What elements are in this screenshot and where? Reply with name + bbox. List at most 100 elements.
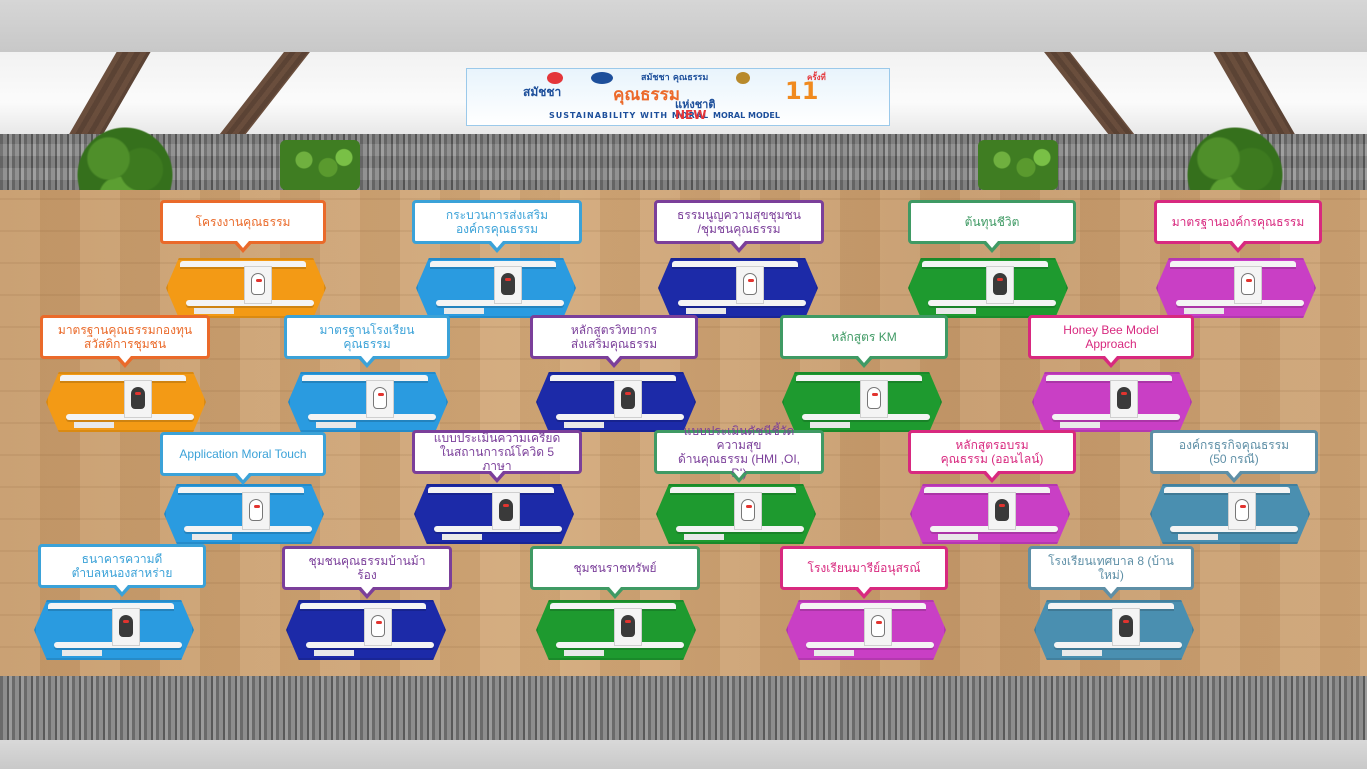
exhibit-booth[interactable] (416, 258, 576, 318)
mascot-figure (1119, 615, 1133, 637)
callout-pointer-inner (237, 241, 249, 248)
exhibition-hall-scene: สมัชชา คุณธรรม สมัชชา คุณธรรม แห่งชาติ ค… (0, 0, 1367, 769)
booth-label-callout[interactable]: โครงงานคุณธรรม (160, 200, 326, 253)
exhibit-booth[interactable] (1034, 600, 1194, 660)
booth-label-callout[interactable]: แบบประเมินดัชนีชี้วัดความสุข ด้านคุณธรรม… (654, 424, 824, 483)
booth-label-callout[interactable]: แบบประเมินความเครียด ในสถานการณ์โควิด 5 … (412, 430, 582, 483)
exhibit-booth[interactable] (1156, 258, 1316, 318)
booth-label-text: ชุมชนคุณธรรมบ้านม้าร้อง (308, 554, 426, 582)
emblem-logo-icon (736, 72, 751, 84)
banner-title-part2: คุณธรรม (613, 85, 680, 105)
exhibit-booth[interactable] (786, 600, 946, 660)
booth-label-callout[interactable]: โรงเรียนมารีย์อนุสรณ์ (780, 546, 948, 599)
planter-box (978, 140, 1058, 190)
white-mascot-standee-icon (736, 266, 764, 304)
booth-label-text: มาตรฐานองค์กรคุณธรรม (1171, 215, 1305, 229)
callout-pointer-inner (119, 356, 131, 363)
booth-ledge (810, 422, 850, 428)
booth-label-callout[interactable]: มาตรฐานโรงเรียนคุณธรรม (284, 315, 450, 368)
banner-slogan-new: NEW (675, 108, 707, 122)
booth-label-callout[interactable]: Application Moral Touch (160, 432, 326, 485)
booth-label-callout[interactable]: Honey Bee Model Approach (1028, 315, 1194, 368)
booth-shelf-top (796, 375, 922, 381)
booth-label-callout[interactable]: มาตรฐานองค์กรคุณธรรม (1154, 200, 1322, 253)
mascot-figure (1235, 499, 1249, 521)
mascot-figure (995, 499, 1009, 521)
callout-pointer-inner (116, 585, 128, 592)
booth-label-callout[interactable]: หลักสูตรวิทยากร ส่งเสริมคุณธรรม (530, 315, 698, 368)
black-mascot-standee-icon (614, 380, 642, 418)
exhibit-booth[interactable] (288, 372, 448, 432)
exhibit-booth[interactable] (536, 600, 696, 660)
callout-pointer-inner (986, 241, 998, 248)
black-mascot-standee-icon (1110, 380, 1138, 418)
callout-pointer-inner (609, 587, 621, 594)
exhibit-booth[interactable] (908, 258, 1068, 318)
banner-slogan-right: MORAL MODEL (713, 111, 780, 120)
booth-label-callout[interactable]: กระบวนการส่งเสริม องค์กรคุณธรรม (412, 200, 582, 253)
black-mascot-standee-icon (614, 608, 642, 646)
booth-ledge (316, 422, 356, 428)
booth-label-text: กระบวนการส่งเสริม องค์กรคุณธรรม (445, 208, 549, 236)
black-mascot-standee-icon (986, 266, 1014, 304)
booth-label-callout[interactable]: ชุมชนคุณธรรมบ้านม้าร้อง (282, 546, 452, 599)
booth-label-text: องค์กรธุรกิจคุณธรรม (50 กรณี) (1178, 438, 1290, 466)
booth-label-callout[interactable]: ชุมชนราชทรัพย์ (530, 546, 700, 599)
booth-label-callout[interactable]: มาตรฐานคุณธรรมกองทุน สวัสดิการชุมชน (40, 315, 210, 368)
callout-pointer-inner (1228, 471, 1240, 478)
exhibit-booth[interactable] (658, 258, 818, 318)
booth-shelf-top (430, 261, 556, 267)
booth-shelf-top (924, 487, 1050, 493)
booth-label-callout[interactable]: โรงเรียนเทศบาล 8 (บ้านใหม่) (1028, 546, 1194, 599)
event-banner[interactable]: สมัชชา คุณธรรม สมัชชา คุณธรรม แห่งชาติ ค… (466, 68, 890, 126)
booth-shelf-top (428, 487, 554, 493)
mascot-figure (131, 387, 145, 409)
callout-pointer-inner (361, 356, 373, 363)
booth-ledge (1060, 422, 1100, 428)
exhibit-booth[interactable] (34, 600, 194, 660)
carpet-top (0, 134, 1367, 192)
exhibit-booth[interactable] (536, 372, 696, 432)
booth-label-text: โครงงานคุณธรรม (195, 215, 291, 229)
booth-label-callout[interactable]: หลักสูตร KM (780, 315, 948, 368)
black-mascot-standee-icon (1112, 608, 1140, 646)
mascot-figure (1117, 387, 1131, 409)
mascot-figure (871, 615, 885, 637)
booth-shelf-top (550, 603, 676, 609)
booth-label-callout[interactable]: ต้นทุนชีวิต (908, 200, 1076, 253)
exhibit-booth[interactable] (656, 484, 816, 544)
banner-edition-number: 11 (785, 77, 819, 105)
booth-shelf-top (550, 375, 676, 381)
exhibit-booth[interactable] (414, 484, 574, 544)
booth-label-callout[interactable]: ธรรมนูญความสุขชุมชน /ชุมชนคุณธรรม (654, 200, 824, 253)
exhibit-booth[interactable] (1150, 484, 1310, 544)
booth-ledge (564, 422, 604, 428)
callout-pointer-inner (733, 241, 745, 248)
booth-label-callout[interactable]: ธนาคารความดี ตำบลหนองสาหร่าย (38, 544, 206, 597)
mascot-figure (119, 615, 133, 637)
exhibit-booth[interactable] (1032, 372, 1192, 432)
callout-pointer-inner (491, 241, 503, 248)
booth-label-callout[interactable]: องค์กรธุรกิจคุณธรรม (50 กรณี) (1150, 430, 1318, 483)
bottom-strip (0, 740, 1367, 769)
white-mascot-standee-icon (734, 492, 762, 530)
exhibit-booth[interactable] (910, 484, 1070, 544)
booth-label-text: Application Moral Touch (179, 447, 307, 461)
black-mascot-standee-icon (112, 608, 140, 646)
banner-title-part1: สมัชชา (523, 85, 562, 99)
booth-label-text: แบบประเมินความเครียด ในสถานการณ์โควิด 5 … (433, 431, 561, 473)
mascot-figure (371, 615, 385, 637)
mascot-figure (741, 499, 755, 521)
mascot-figure (867, 387, 881, 409)
exhibit-booth[interactable] (164, 484, 324, 544)
booth-shelf-top (1170, 261, 1296, 267)
white-mascot-standee-icon (1228, 492, 1256, 530)
exhibit-booth[interactable] (166, 258, 326, 318)
booth-label-callout[interactable]: หลักสูตรอบรม คุณธรรม (ออนไลน์) (908, 430, 1076, 483)
booth-ledge (62, 650, 102, 656)
exhibit-booth[interactable] (46, 372, 206, 432)
booth-ledge (194, 308, 234, 314)
callout-pointer-inner (858, 587, 870, 594)
exhibit-booth[interactable] (782, 372, 942, 432)
exhibit-booth[interactable] (286, 600, 446, 660)
